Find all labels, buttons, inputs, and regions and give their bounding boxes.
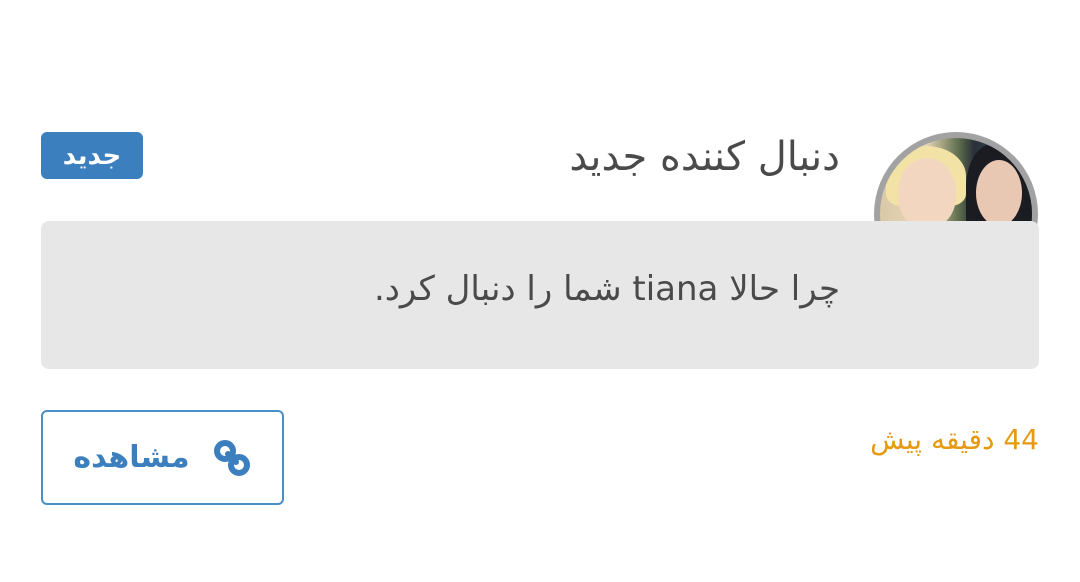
notification-message: چرا حالا tiana شما را دنبال کرد. [373,269,840,309]
view-button-label: مشاهده [73,440,190,475]
new-badge: جدید [41,132,143,179]
notification-card: @چراحا دنبال کننده جدید جدید چرا حالا ti… [0,0,1080,582]
link-icon [212,438,252,478]
avatar-watermark: @چراحا [989,146,1020,156]
notification-time: 44 دقیقه پیش [870,423,1039,456]
view-button[interactable]: مشاهده [41,410,284,505]
notification-title: دنبال کننده جدید [569,134,840,180]
